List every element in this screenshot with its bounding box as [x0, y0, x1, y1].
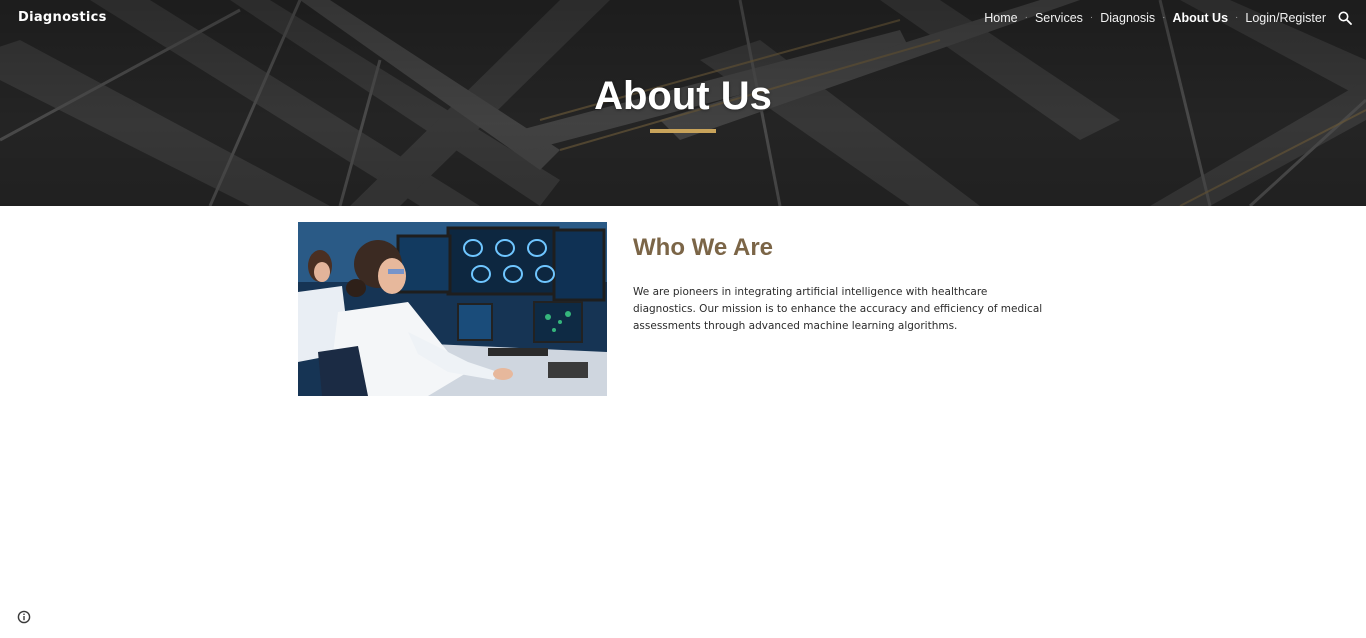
title-underline	[650, 129, 716, 133]
lab-photo-illustration	[298, 222, 607, 396]
nav-separator: ·	[1162, 12, 1166, 23]
nav-item-services[interactable]: Services	[1035, 8, 1083, 28]
site-info-button[interactable]	[17, 610, 31, 624]
site-brand[interactable]: Diagnostics	[18, 10, 107, 26]
search-icon	[1338, 11, 1352, 25]
nav-separator: ·	[1235, 12, 1239, 23]
nav-item-about-us[interactable]: About Us	[1172, 8, 1228, 28]
section-heading: Who We Are	[633, 234, 774, 261]
lab-photo	[298, 222, 607, 396]
nav-item-home[interactable]: Home	[984, 8, 1017, 28]
search-button[interactable]	[1334, 8, 1356, 28]
nav-separator: ·	[1089, 12, 1094, 23]
main-nav: Home · Services · Diagnosis · About Us ·…	[984, 8, 1366, 28]
section-body: We are pioneers in integrating artificia…	[633, 286, 1043, 332]
info-icon	[17, 610, 31, 624]
nav-separator: ·	[1024, 12, 1028, 23]
nav-item-login-register[interactable]: Login/Register	[1245, 8, 1326, 28]
nav-item-diagnosis[interactable]: Diagnosis	[1100, 8, 1155, 28]
page-title: About Us	[594, 74, 772, 118]
